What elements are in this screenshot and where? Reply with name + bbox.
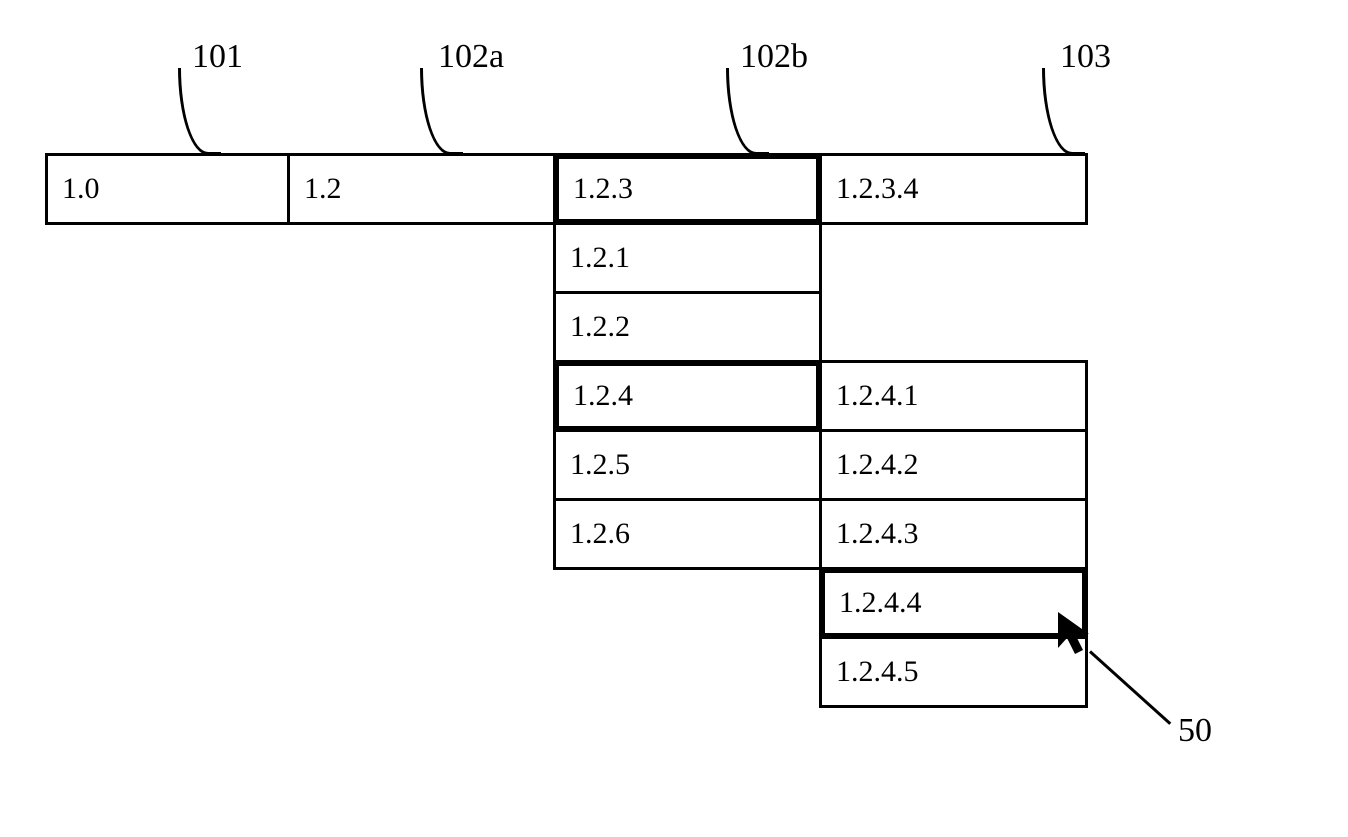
lead-line-103	[1042, 68, 1085, 155]
diagram-canvas: { "columnLabels": { "c101": "101", "c102…	[0, 0, 1348, 837]
lead-line-102a	[420, 68, 463, 155]
cell-col-d-row-0[interactable]: 1.2.3.4	[819, 153, 1088, 225]
cell-col-c-row-5[interactable]: 1.2.6	[553, 498, 822, 570]
cell-col-d-row-6[interactable]: 1.2.4.4	[819, 567, 1088, 639]
cell-col-d-row-4[interactable]: 1.2.4.2	[819, 429, 1088, 501]
callout-line-50	[1089, 650, 1171, 724]
cell-col-b-row-0[interactable]: 1.2	[287, 153, 556, 225]
callout-label-50: 50	[1178, 712, 1212, 750]
cell-text: 1.2	[304, 172, 342, 206]
lead-line-102b	[726, 68, 769, 155]
cell-col-d-row-7[interactable]: 1.2.4.5	[819, 636, 1088, 708]
cell-text: 1.2.3.4	[836, 172, 919, 206]
cell-text: 1.2.6	[570, 517, 630, 551]
cell-col-a-row-0[interactable]: 1.0	[45, 153, 290, 225]
cell-col-c-row-3[interactable]: 1.2.4	[553, 360, 822, 432]
cell-text: 1.2.4	[573, 379, 633, 413]
cell-text: 1.2.5	[570, 448, 630, 482]
cell-text: 1.2.4.1	[836, 379, 919, 413]
cell-text: 1.2.4.5	[836, 655, 919, 689]
cell-text: 1.2.2	[570, 310, 630, 344]
cell-col-c-row-0[interactable]: 1.2.3	[553, 153, 822, 225]
cell-text: 1.2.4.3	[836, 517, 919, 551]
cell-col-c-row-4[interactable]: 1.2.5	[553, 429, 822, 501]
cell-text: 1.2.3	[573, 172, 633, 206]
cell-text: 1.2.4.4	[839, 586, 922, 620]
cell-col-d-row-5[interactable]: 1.2.4.3	[819, 498, 1088, 570]
cell-text: 1.0	[62, 172, 100, 206]
lead-line-101	[178, 68, 221, 155]
cell-col-c-row-1[interactable]: 1.2.1	[553, 222, 822, 294]
cell-col-c-row-2[interactable]: 1.2.2	[553, 291, 822, 363]
cell-text: 1.2.1	[570, 241, 630, 275]
cell-text: 1.2.4.2	[836, 448, 919, 482]
cell-col-d-row-3[interactable]: 1.2.4.1	[819, 360, 1088, 432]
